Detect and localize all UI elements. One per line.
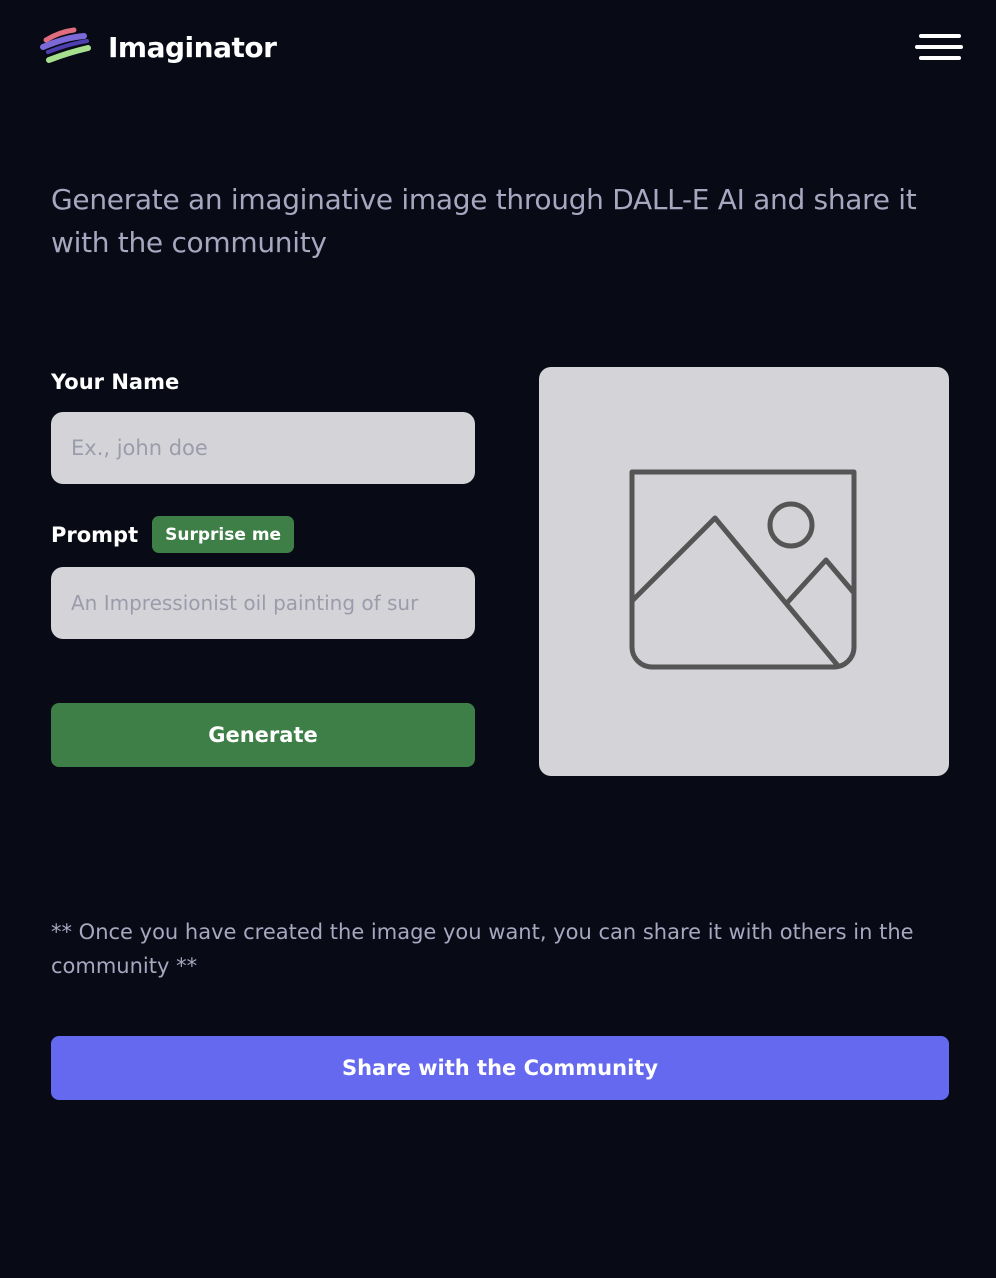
paint-strokes-logo-icon bbox=[40, 27, 91, 63]
name-label: Your Name bbox=[51, 370, 180, 394]
image-placeholder-icon bbox=[629, 469, 857, 670]
surprise-me-button[interactable]: Surprise me bbox=[152, 516, 295, 553]
name-input[interactable] bbox=[51, 412, 475, 484]
hamburger-menu-icon bbox=[915, 34, 963, 60]
image-preview bbox=[539, 367, 949, 776]
app-name: Imaginator bbox=[108, 30, 277, 64]
share-note: ** Once you have created the image you w… bbox=[51, 920, 914, 978]
generate-button[interactable]: Generate bbox=[51, 703, 475, 767]
menu-button[interactable] bbox=[912, 28, 968, 68]
prompt-row: Prompt Surprise me bbox=[51, 516, 295, 553]
header: Imaginator bbox=[0, 0, 996, 92]
share-with-community-button[interactable]: Share with the Community bbox=[51, 1036, 949, 1100]
prompt-input[interactable] bbox=[51, 567, 475, 639]
page: Imaginator Generate an imaginative image… bbox=[0, 0, 996, 1278]
logo-link[interactable]: Imaginator bbox=[40, 26, 277, 68]
prompt-label: Prompt bbox=[51, 522, 139, 547]
intro-text: Generate an imaginative image through DA… bbox=[51, 183, 917, 259]
